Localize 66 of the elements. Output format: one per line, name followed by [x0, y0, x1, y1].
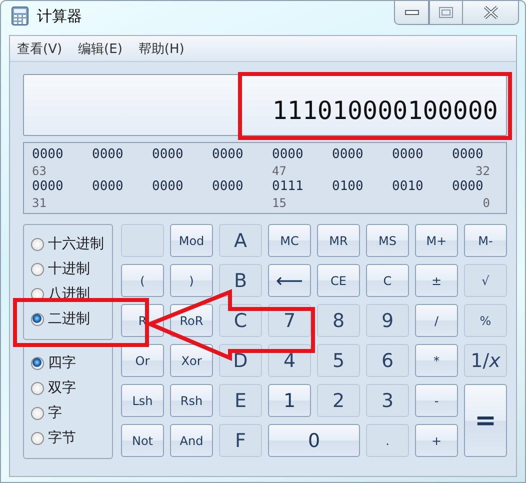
- minimize-button[interactable]: [394, 1, 429, 25]
- maximize-icon: [439, 7, 453, 18]
- bit-group: 0000: [212, 147, 272, 163]
- bit-index: 0: [482, 195, 490, 211]
- calculator-key[interactable]: CE: [317, 264, 360, 297]
- minimize-icon: [404, 10, 418, 15]
- calculator-key[interactable]: /: [415, 304, 458, 337]
- window-title: 计算器: [37, 6, 82, 26]
- calculator-key[interactable]: Xor: [170, 344, 213, 377]
- calculator-key[interactable]: M-: [464, 224, 507, 257]
- bit-group: 0000: [272, 147, 332, 163]
- calculator-key[interactable]: Not: [121, 424, 164, 457]
- menu-item[interactable]: 编辑(E): [78, 40, 122, 58]
- calculator-icon: [11, 6, 29, 26]
- bit-index: 31: [32, 195, 48, 211]
- bit-group: 0000: [332, 147, 392, 163]
- maximize-button[interactable]: [429, 1, 463, 25]
- calculator-key[interactable]: 1: [268, 384, 311, 417]
- calculator-key[interactable]: *: [415, 344, 458, 377]
- bit-group: 0000: [32, 147, 92, 163]
- bit-group: 0000: [452, 179, 490, 195]
- bit-index: 32: [474, 163, 490, 179]
- calculator-key[interactable]: 0: [268, 424, 360, 457]
- calculator-key[interactable]: Mod: [170, 224, 213, 257]
- calculator-key[interactable]: And: [170, 424, 213, 457]
- bit-index: 47: [272, 163, 288, 179]
- calculator-key[interactable]: MC: [268, 224, 311, 257]
- radix-radio[interactable]: 十进制: [31, 258, 112, 280]
- bit-index: 15: [272, 195, 288, 211]
- bit-group: 0000: [32, 179, 92, 195]
- calculator-key[interactable]: -: [415, 384, 458, 417]
- bit-group: 0000: [92, 147, 152, 163]
- menu-item[interactable]: 查看(V): [17, 40, 62, 58]
- bit-group: 0000: [212, 179, 272, 195]
- calculator-key[interactable]: ⟵: [268, 264, 311, 297]
- close-icon: [482, 6, 498, 19]
- calculator-key[interactable]: =: [464, 384, 507, 457]
- word-size-radio[interactable]: 四字: [31, 352, 112, 374]
- close-button[interactable]: [463, 1, 519, 25]
- menu-item[interactable]: 帮助(H): [138, 40, 184, 58]
- calculator-key[interactable]: Lsh: [121, 384, 164, 417]
- calculator-key[interactable]: (: [121, 264, 164, 297]
- radix-radio[interactable]: 二进制: [31, 308, 112, 330]
- radix-radio[interactable]: 十六进制: [31, 233, 112, 255]
- calculator-key[interactable]: ): [170, 264, 213, 297]
- bit-group: 0000: [452, 147, 490, 163]
- word-size-radio[interactable]: 双字: [31, 377, 112, 399]
- display-value: 111010000100000: [272, 96, 498, 125]
- calculator-key[interactable]: Or: [121, 344, 164, 377]
- bit-group: 0100: [332, 179, 392, 195]
- bit-index: 63: [32, 163, 48, 179]
- bit-group: 0111: [272, 179, 332, 195]
- calculator-key[interactable]: ±: [415, 264, 458, 297]
- bit-group: 0000: [152, 179, 212, 195]
- calculator-key[interactable]: C: [366, 264, 409, 297]
- calculator-key[interactable]: M+: [415, 224, 458, 257]
- calculator-key[interactable]: +: [415, 424, 458, 457]
- calculator-key[interactable]: MR: [317, 224, 360, 257]
- calculator-key[interactable]: Rsh: [170, 384, 213, 417]
- bit-group: 0000: [92, 179, 152, 195]
- bit-group: 0010: [392, 179, 452, 195]
- word-size-radio[interactable]: 字节: [31, 427, 112, 449]
- word-size-radio[interactable]: 字: [31, 402, 112, 424]
- bit-group: 0000: [392, 147, 452, 163]
- bit-group: 0000: [152, 147, 212, 163]
- calculator-key[interactable]: MS: [366, 224, 409, 257]
